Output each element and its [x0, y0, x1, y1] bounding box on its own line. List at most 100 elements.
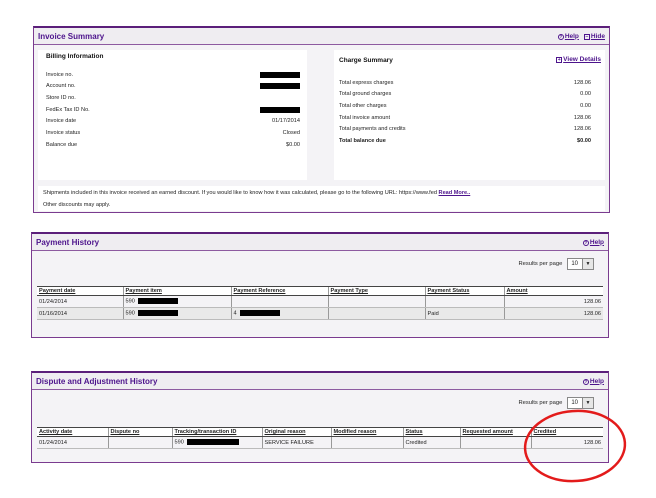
payment-type: [327, 307, 425, 320]
payment-history-panel: Payment History ? Help Results per page 1…: [31, 232, 609, 338]
payment-type: [327, 295, 425, 308]
billing-label: Balance due: [46, 142, 78, 148]
dispute-history-panel: Dispute and Adjustment History ? Help Res…: [31, 371, 609, 463]
column-header[interactable]: Requested amount: [459, 427, 531, 437]
payment-amount: 128.06: [503, 307, 603, 320]
balance-due-value: $0.00: [286, 142, 300, 148]
invoice-summary-header: Invoice Summary ? Help − Hide: [34, 28, 609, 45]
payment-amount: 128.06: [503, 295, 603, 308]
panel-title: Invoice Summary: [38, 31, 105, 41]
dispute-no: [107, 436, 172, 449]
payment-history-table: Payment date Payment item Payment Refere…: [37, 286, 603, 320]
charge-value: 128.06: [573, 80, 591, 86]
column-header[interactable]: Dispute no: [107, 427, 172, 437]
column-header[interactable]: Payment Type: [327, 286, 425, 296]
charge-label: Total other charges: [339, 103, 387, 109]
table-row: 01/16/2014 590 4 Paid 128.06: [37, 307, 603, 320]
charge-label: Total express charges: [339, 80, 394, 86]
dispute-history-table: Activity date Dispute no Tracking/transa…: [37, 427, 603, 449]
activity-date: 01/24/2014: [37, 436, 108, 449]
other-discounts-note: Other discounts may apply.: [43, 202, 111, 208]
results-per-page-label: Results per page: [518, 400, 563, 406]
read-more-link[interactable]: Read More..: [439, 190, 471, 196]
results-per-page: Results per page 10 ▼: [518, 397, 594, 409]
credited-amount: 128.06: [530, 436, 603, 449]
invoice-date-value: 01/17/2014: [272, 118, 300, 124]
charge-label: Total invoice amount: [339, 115, 390, 121]
column-header[interactable]: Modified reason: [330, 427, 403, 437]
redacted-account-no: [260, 83, 300, 89]
redacted-value: [239, 310, 280, 317]
table-row: 01/24/2014 590 SERVICE FAILURE Credited …: [37, 436, 603, 449]
panel-title: Payment History: [36, 237, 100, 247]
billing-information-box: Billing Information Invoice no. Account …: [38, 50, 307, 180]
column-header[interactable]: Payment item: [122, 286, 231, 296]
redacted-invoice-no: [260, 72, 300, 78]
total-balance-label: Total balance due: [339, 138, 386, 144]
payment-date: 01/24/2014: [37, 295, 123, 308]
payment-reference: [230, 295, 328, 308]
charge-value: 0.00: [580, 91, 591, 97]
discount-notice-box: Shipments included in this invoice recei…: [38, 186, 605, 211]
redacted-value: [186, 439, 239, 446]
charge-value: 128.06: [573, 115, 591, 121]
collapse-icon: −: [583, 33, 590, 40]
dropdown-arrow-icon: ▼: [582, 259, 593, 269]
charge-label: Total payments and credits: [339, 126, 406, 132]
help-link[interactable]: ? Help: [582, 378, 604, 385]
payment-item: 590: [122, 295, 231, 308]
hide-link[interactable]: − Hide: [583, 33, 605, 40]
discount-notice: Shipments included in this invoice recei…: [43, 190, 471, 196]
column-header[interactable]: Amount: [503, 286, 603, 296]
help-icon: ?: [557, 33, 564, 40]
invoice-summary-panel: Invoice Summary ? Help − Hide Billing Info…: [33, 26, 610, 213]
tracking-id: 590: [171, 436, 262, 449]
billing-label: FedEx Tax ID No.: [46, 107, 90, 113]
column-header[interactable]: Payment Status: [424, 286, 504, 296]
redacted-tax-id: [260, 107, 300, 113]
column-header[interactable]: Status: [402, 427, 460, 437]
results-per-page-value: 10: [571, 400, 578, 406]
payment-history-header: Payment History ? Help: [32, 234, 608, 251]
billing-label: Invoice date: [46, 118, 77, 124]
dropdown-arrow-icon: ▼: [582, 398, 593, 408]
results-per-page-select[interactable]: 10 ▼: [567, 397, 594, 409]
results-per-page-select[interactable]: 10 ▼: [567, 258, 594, 270]
expand-icon: +: [556, 57, 563, 63]
results-per-page: Results per page 10 ▼: [518, 258, 594, 270]
redacted-value: [137, 310, 178, 317]
requested-amount: [459, 436, 531, 449]
billing-label: Account no.: [46, 83, 76, 89]
help-link[interactable]: ? Help: [557, 33, 579, 40]
table-row: 01/24/2014 590 128.06: [37, 295, 603, 308]
payment-status: Paid: [424, 307, 504, 320]
help-link[interactable]: ? Help: [582, 239, 604, 246]
column-header[interactable]: Original reason: [261, 427, 331, 437]
payment-reference: 4: [230, 307, 328, 320]
billing-label: Invoice no.: [46, 72, 74, 78]
payment-status: [424, 295, 504, 308]
column-header[interactable]: Payment Reference: [230, 286, 328, 296]
payment-item: 590: [122, 307, 231, 320]
charge-value: 128.06: [573, 126, 591, 132]
invoice-status-value: Closed: [282, 130, 300, 136]
charge-label: Total ground charges: [339, 91, 392, 97]
view-details-link[interactable]: + View Details: [556, 56, 601, 63]
billing-label: Invoice status: [46, 130, 81, 136]
column-header[interactable]: Credited: [530, 427, 603, 437]
help-icon: ?: [582, 239, 589, 246]
column-header[interactable]: Payment date: [37, 286, 123, 296]
payment-date: 01/16/2014: [37, 307, 123, 320]
results-per-page-label: Results per page: [518, 261, 563, 267]
results-per-page-value: 10: [571, 261, 578, 267]
modified-reason: [330, 436, 403, 449]
billing-label: Store ID no.: [46, 95, 76, 101]
column-header[interactable]: Activity date: [37, 427, 108, 437]
column-header[interactable]: Tracking/transaction ID: [171, 427, 262, 437]
help-icon: ?: [582, 378, 589, 385]
dispute-history-header: Dispute and Adjustment History ? Help: [32, 373, 608, 390]
panel-title: Dispute and Adjustment History: [36, 376, 158, 386]
charge-summary-box: Charge Summary + View Details Total expre…: [334, 50, 605, 180]
original-reason: SERVICE FAILURE: [261, 436, 331, 449]
charge-heading: Charge Summary: [339, 57, 393, 64]
